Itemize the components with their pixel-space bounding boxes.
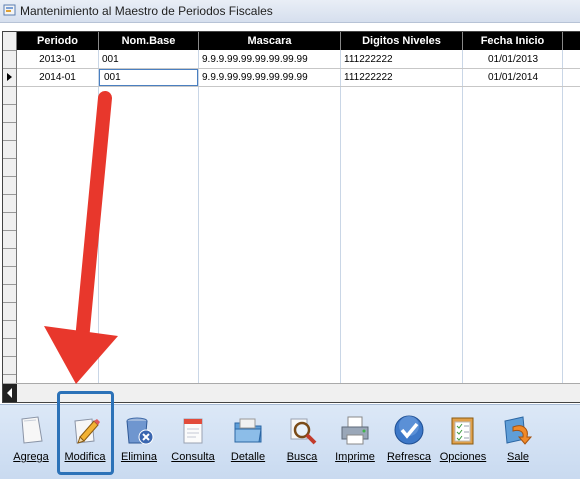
- annotation-arrow-icon: [44, 91, 118, 384]
